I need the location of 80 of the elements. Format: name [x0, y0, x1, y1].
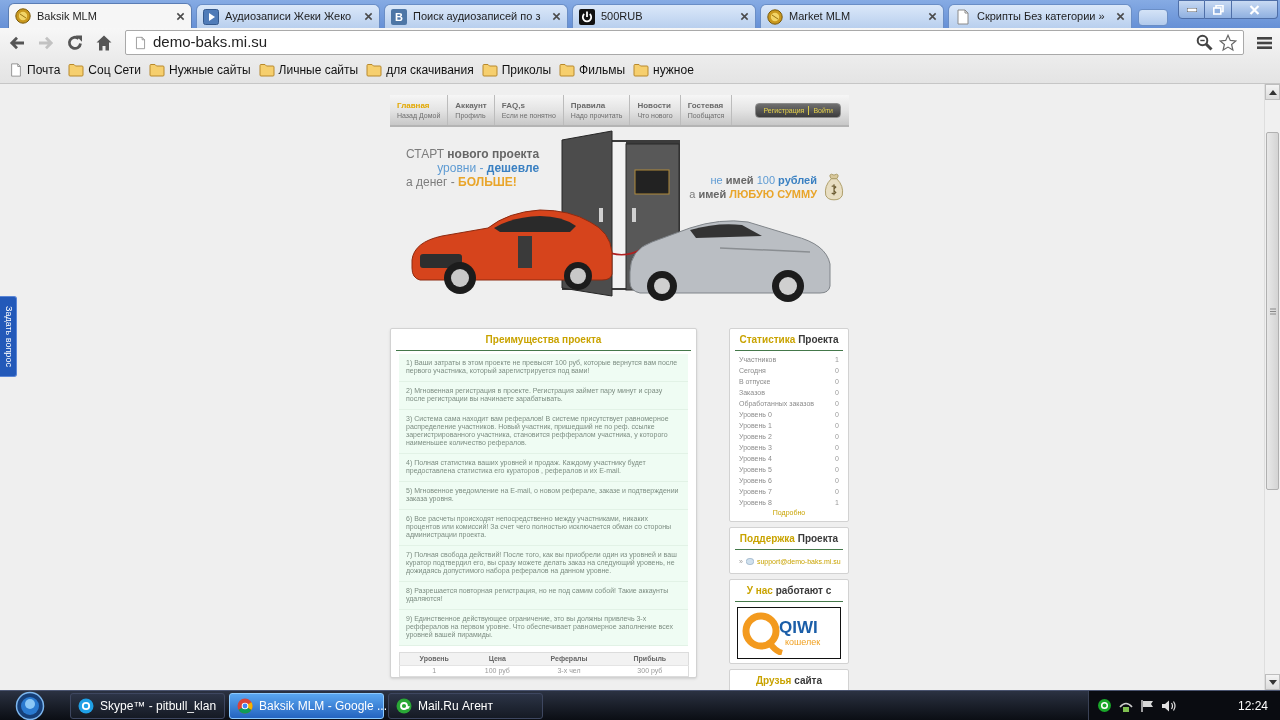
bookmark[interactable]: Соц Сети — [68, 61, 141, 79]
bookmark[interactable]: нужное — [633, 61, 694, 79]
menu-icon[interactable] — [1257, 35, 1272, 50]
scroll-down-button[interactable] — [1265, 674, 1280, 690]
logo-text: QIWI — [779, 619, 818, 637]
grip-icon — [1269, 307, 1276, 315]
panel-title: У нас работают с — [735, 584, 843, 602]
restore-icon — [1212, 4, 1224, 15]
slogan-line: уровни - дешевле — [437, 161, 540, 175]
taskbar-button[interactable]: Skype™ - pitbull_klan — [70, 692, 225, 719]
close-window-button[interactable] — [1232, 0, 1278, 19]
panel-title: Поддержка Проекта — [735, 532, 843, 550]
play-icon — [203, 8, 219, 25]
close-icon — [1249, 4, 1260, 15]
home-icon[interactable] — [95, 33, 113, 52]
close-icon[interactable] — [740, 12, 749, 21]
folder-icon — [559, 62, 576, 78]
letter-icon: B — [391, 8, 407, 25]
address-field[interactable]: demo-baks.mi.su — [125, 30, 1244, 55]
at-sign-icon — [396, 697, 412, 714]
circle-icon — [78, 697, 94, 714]
folder-icon — [258, 62, 275, 78]
taskbar-button[interactable]: Baksik MLM - Google ... — [229, 692, 384, 719]
folder-icon — [633, 62, 650, 78]
clock: 12:24 — [1237, 697, 1268, 715]
bookmark[interactable]: Личные сайты — [258, 61, 359, 79]
folder-icon — [149, 62, 165, 78]
restore-button[interactable] — [1205, 0, 1232, 19]
new-tab-button[interactable] — [1138, 9, 1168, 26]
volume-icon[interactable] — [1161, 698, 1177, 713]
coin-icon — [15, 8, 31, 24]
bookmark[interactable]: Фильмы — [559, 61, 626, 79]
scrollbar[interactable] — [1264, 84, 1280, 690]
slogan-line: не имей 100 рублей — [710, 173, 817, 187]
close-icon[interactable] — [364, 12, 373, 21]
up-arrow-icon — [1268, 89, 1277, 95]
minimize-button[interactable] — [1178, 0, 1205, 19]
money-bag-icon — [823, 173, 845, 201]
slogan-line: СТАРТ нового проекта — [406, 147, 540, 161]
scroll-up-button[interactable] — [1265, 84, 1280, 100]
panel-title: Статистика Проекта — [735, 333, 843, 351]
flag-icon[interactable] — [1140, 698, 1155, 713]
star-icon[interactable] — [1219, 33, 1237, 52]
bubble-icon — [745, 558, 754, 565]
page-icon — [955, 8, 971, 25]
browser-tab[interactable]: Baksik MLM — [8, 3, 192, 28]
page-icon — [9, 62, 23, 78]
close-icon[interactable] — [928, 12, 937, 21]
close-icon[interactable] — [176, 11, 185, 21]
browser-tab[interactable]: 500RUB — [572, 4, 756, 28]
browser-tab[interactable]: B Поиск аудиозаписей по з — [384, 4, 568, 28]
folder-icon — [481, 62, 498, 78]
power-icon — [579, 8, 595, 25]
slogan-line: а денег - БОЛЬШЕ! — [406, 175, 518, 189]
panel-title: Преимущества проекта — [396, 333, 691, 351]
search-icon[interactable] — [1196, 34, 1213, 51]
down-arrow-icon — [1268, 679, 1277, 685]
coin-icon — [767, 8, 783, 25]
browser-tab[interactable]: Скрипты Без категории » — [948, 4, 1132, 28]
slogan-line: а имей ЛЮБУЮ СУММУ — [689, 187, 817, 201]
taskbar-button[interactable]: Mail.Ru Агент — [388, 692, 543, 719]
start-icon[interactable] — [15, 690, 45, 720]
bookmark[interactable]: для скачивания — [366, 61, 474, 79]
reload-icon[interactable] — [66, 33, 84, 52]
browser-tab[interactable]: Market MLM — [760, 4, 944, 28]
bookmark[interactable]: Почта — [9, 61, 61, 79]
close-icon[interactable] — [552, 12, 561, 21]
folder-icon — [366, 62, 383, 78]
bookmark[interactable]: Нужные сайты — [149, 61, 251, 79]
circle-icon[interactable] — [1097, 698, 1112, 713]
browser-tab[interactable]: Аудиозаписи Жеки Жеко — [196, 4, 380, 28]
browser-icon — [237, 697, 253, 714]
feedback-tab[interactable]: Задать вопрос — [0, 296, 17, 377]
minimize-icon — [1186, 7, 1197, 12]
page-icon — [134, 34, 147, 51]
logo-caption: кошелек — [785, 637, 821, 647]
scrollbar-thumb[interactable] — [1266, 132, 1279, 490]
bookmark[interactable]: Приколы — [481, 61, 552, 79]
close-icon[interactable] — [1116, 12, 1125, 21]
folder-icon — [68, 62, 85, 78]
